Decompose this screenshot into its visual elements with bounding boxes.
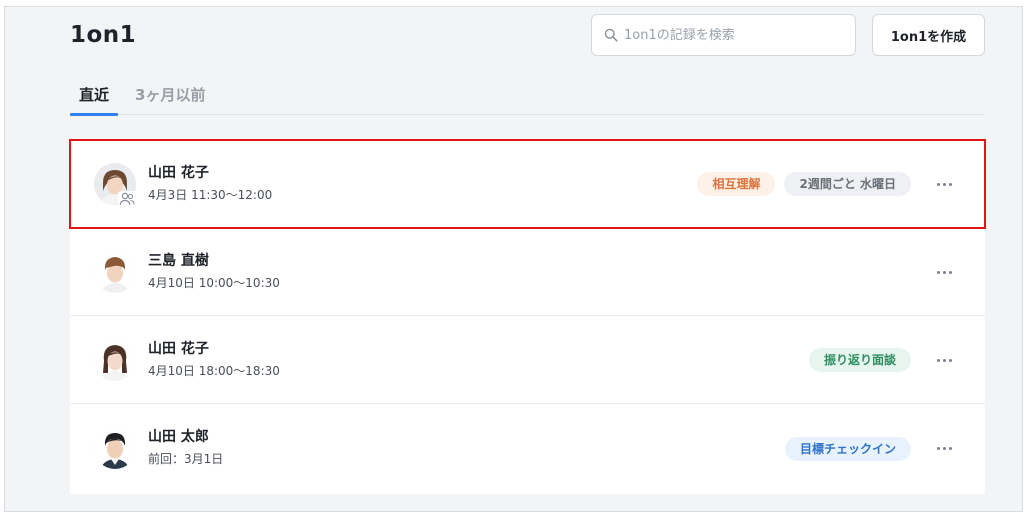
- record-time: 4月10日 10:00〜10:30: [148, 276, 280, 290]
- group-icon: [118, 191, 136, 207]
- avatar: [94, 427, 136, 469]
- record-name: 三島 直樹: [148, 253, 209, 269]
- record-name: 山田 太郎: [148, 429, 209, 445]
- record-name: 山田 花子: [148, 341, 209, 357]
- create-1on1-button[interactable]: 1on1を作成: [872, 14, 985, 56]
- record-list: 山田 花子 4月3日 11:30〜12:00 相互理解 2週間ごと 水曜日 三島…: [69, 139, 986, 494]
- list-item[interactable]: 山田 花子 4月3日 11:30〜12:00 相互理解 2週間ごと 水曜日: [69, 139, 986, 229]
- tag-list: 振り返り面談: [808, 316, 911, 403]
- record-time: 4月3日 11:30〜12:00: [148, 188, 273, 202]
- tag-list: 目標チェックイン: [784, 404, 911, 494]
- record-time: 前回：3月1日: [148, 452, 224, 466]
- more-menu-icon[interactable]: [934, 174, 954, 194]
- search-input[interactable]: [624, 27, 844, 43]
- page-title: 1on1: [70, 22, 137, 48]
- search-box[interactable]: [591, 14, 856, 56]
- more-menu-icon[interactable]: [934, 262, 954, 282]
- tag-badge: 目標チェックイン: [784, 437, 911, 461]
- tag-list: 相互理解 2週間ごと 水曜日: [697, 140, 911, 227]
- tab-bar: 直近 3ヶ月以前: [70, 80, 985, 116]
- more-menu-icon[interactable]: [934, 438, 954, 458]
- search-icon: [604, 28, 618, 42]
- tag-badge: 振り返り面談: [808, 347, 911, 372]
- record-name: 山田 花子: [148, 165, 209, 181]
- tag-badge: 相互理解: [697, 171, 776, 196]
- list-item[interactable]: 山田 太郎 前回：3月1日 目標チェックイン: [70, 404, 985, 494]
- list-item[interactable]: 山田 花子 4月10日 18:00〜18:30 振り返り面談: [70, 316, 985, 404]
- tab-recent[interactable]: 直近: [70, 80, 119, 116]
- tab-older[interactable]: 3ヶ月以前: [126, 80, 214, 115]
- record-time: 4月10日 18:00〜18:30: [148, 364, 280, 378]
- schedule-badge: 2週間ごと 水曜日: [784, 171, 911, 196]
- avatar: [94, 339, 136, 381]
- list-item[interactable]: 三島 直樹 4月10日 10:00〜10:30: [70, 228, 985, 316]
- more-menu-icon[interactable]: [934, 350, 954, 370]
- avatar: [94, 251, 136, 293]
